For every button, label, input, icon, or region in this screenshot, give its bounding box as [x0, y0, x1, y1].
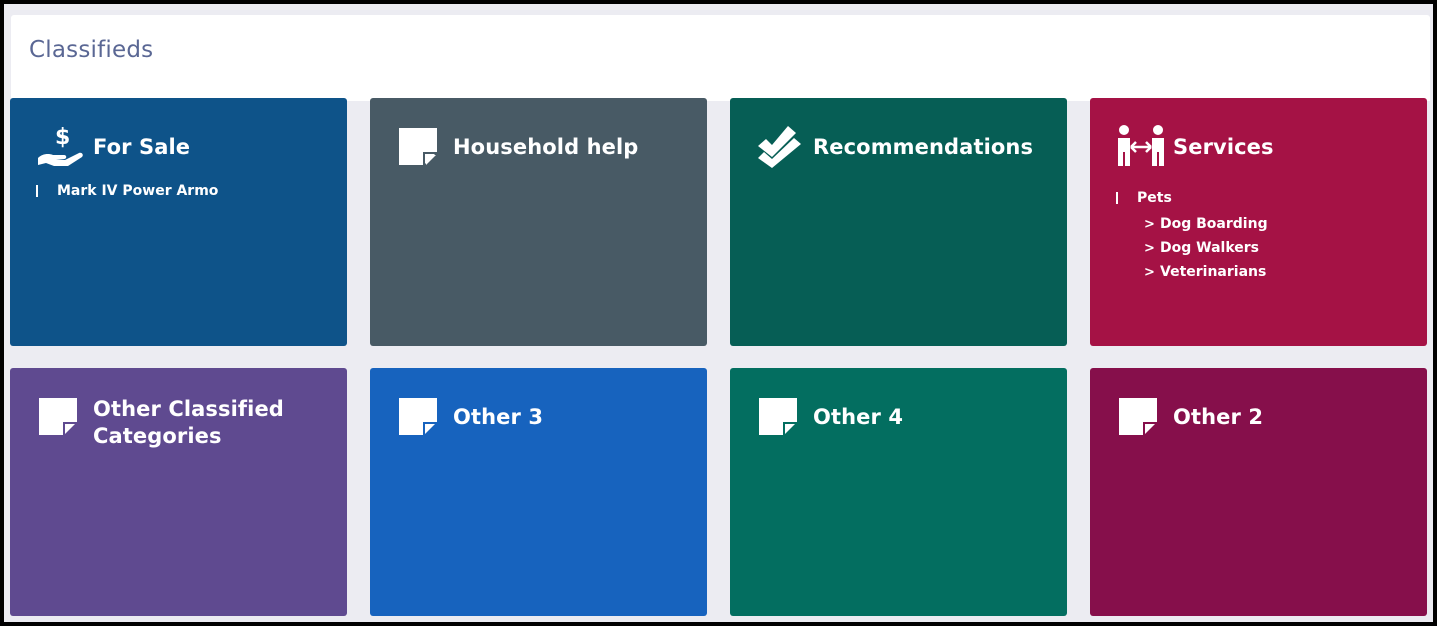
sticky-note-icon — [39, 398, 77, 435]
tile-other-2[interactable]: Other 2 — [1090, 368, 1427, 616]
page-title: Classifieds — [29, 37, 154, 63]
sub-item-label: Dog Walkers — [1160, 240, 1259, 256]
tile-for-sale[interactable]: $ For Sale Mark IV Power Armo — [10, 98, 347, 346]
panel-header: Classifieds — [11, 15, 1430, 101]
chevron-right-icon: > — [1144, 240, 1155, 256]
tile-title: Other 2 — [1173, 405, 1264, 429]
tile-items: Mark IV Power Armo — [36, 181, 218, 201]
tile-services[interactable]: Services Pets > Dog Boarding > Dog Walke… — [1090, 98, 1427, 346]
tile-title: Other 3 — [453, 405, 544, 429]
list-item-label: Pets — [1137, 190, 1172, 206]
hand-dollar-icon: $ — [38, 125, 83, 166]
tile-household-help[interactable]: Household help — [370, 98, 707, 346]
people-exchange-icon — [1118, 125, 1164, 166]
tile-title: Household help — [453, 135, 639, 159]
list-bullet — [36, 185, 38, 197]
sticky-note-icon — [759, 398, 797, 435]
sub-list-item[interactable]: > Dog Boarding — [1144, 212, 1268, 236]
tile-title: Services — [1173, 135, 1274, 159]
tile-other-3[interactable]: Other 3 — [370, 368, 707, 616]
classifieds-panel: Classifieds $ For Sale Mark IV Power Arm… — [4, 4, 1433, 622]
tile-title: For Sale — [93, 135, 191, 159]
chevron-right-icon: > — [1144, 216, 1155, 232]
list-item[interactable]: Mark IV Power Armo — [36, 181, 218, 201]
sub-list-item[interactable]: > Veterinarians — [1144, 260, 1268, 284]
double-check-icon — [758, 126, 801, 168]
tile-recommendations[interactable]: Recommendations — [730, 98, 1067, 346]
list-bullet — [1116, 192, 1118, 204]
tile-other-4[interactable]: Other 4 — [730, 368, 1067, 616]
sub-item-label: Veterinarians — [1160, 264, 1267, 280]
list-item-label: Mark IV Power Armo — [57, 183, 219, 199]
sub-list-item[interactable]: > Dog Walkers — [1144, 236, 1268, 260]
tile-items: Pets > Dog Boarding > Dog Walkers > Vete… — [1116, 188, 1268, 284]
sticky-note-icon — [399, 398, 437, 435]
list-item-pets: Pets > Dog Boarding > Dog Walkers > Vete… — [1116, 188, 1268, 284]
category-row[interactable]: Pets — [1116, 188, 1268, 208]
sticky-note-icon — [1119, 398, 1157, 435]
tile-title: Recommendations — [813, 135, 1034, 159]
sub-list: > Dog Boarding > Dog Walkers > Veterinar… — [1144, 212, 1268, 284]
tile-title: Other 4 — [813, 405, 904, 429]
sticky-note-icon — [399, 128, 437, 165]
sub-item-label: Dog Boarding — [1160, 216, 1268, 232]
chevron-right-icon: > — [1144, 264, 1155, 280]
svg-text:$: $ — [55, 125, 70, 150]
tile-title: Other Classified Categories — [93, 397, 284, 448]
tile-other-classified-categories[interactable]: Other Classified Categories — [10, 368, 347, 616]
